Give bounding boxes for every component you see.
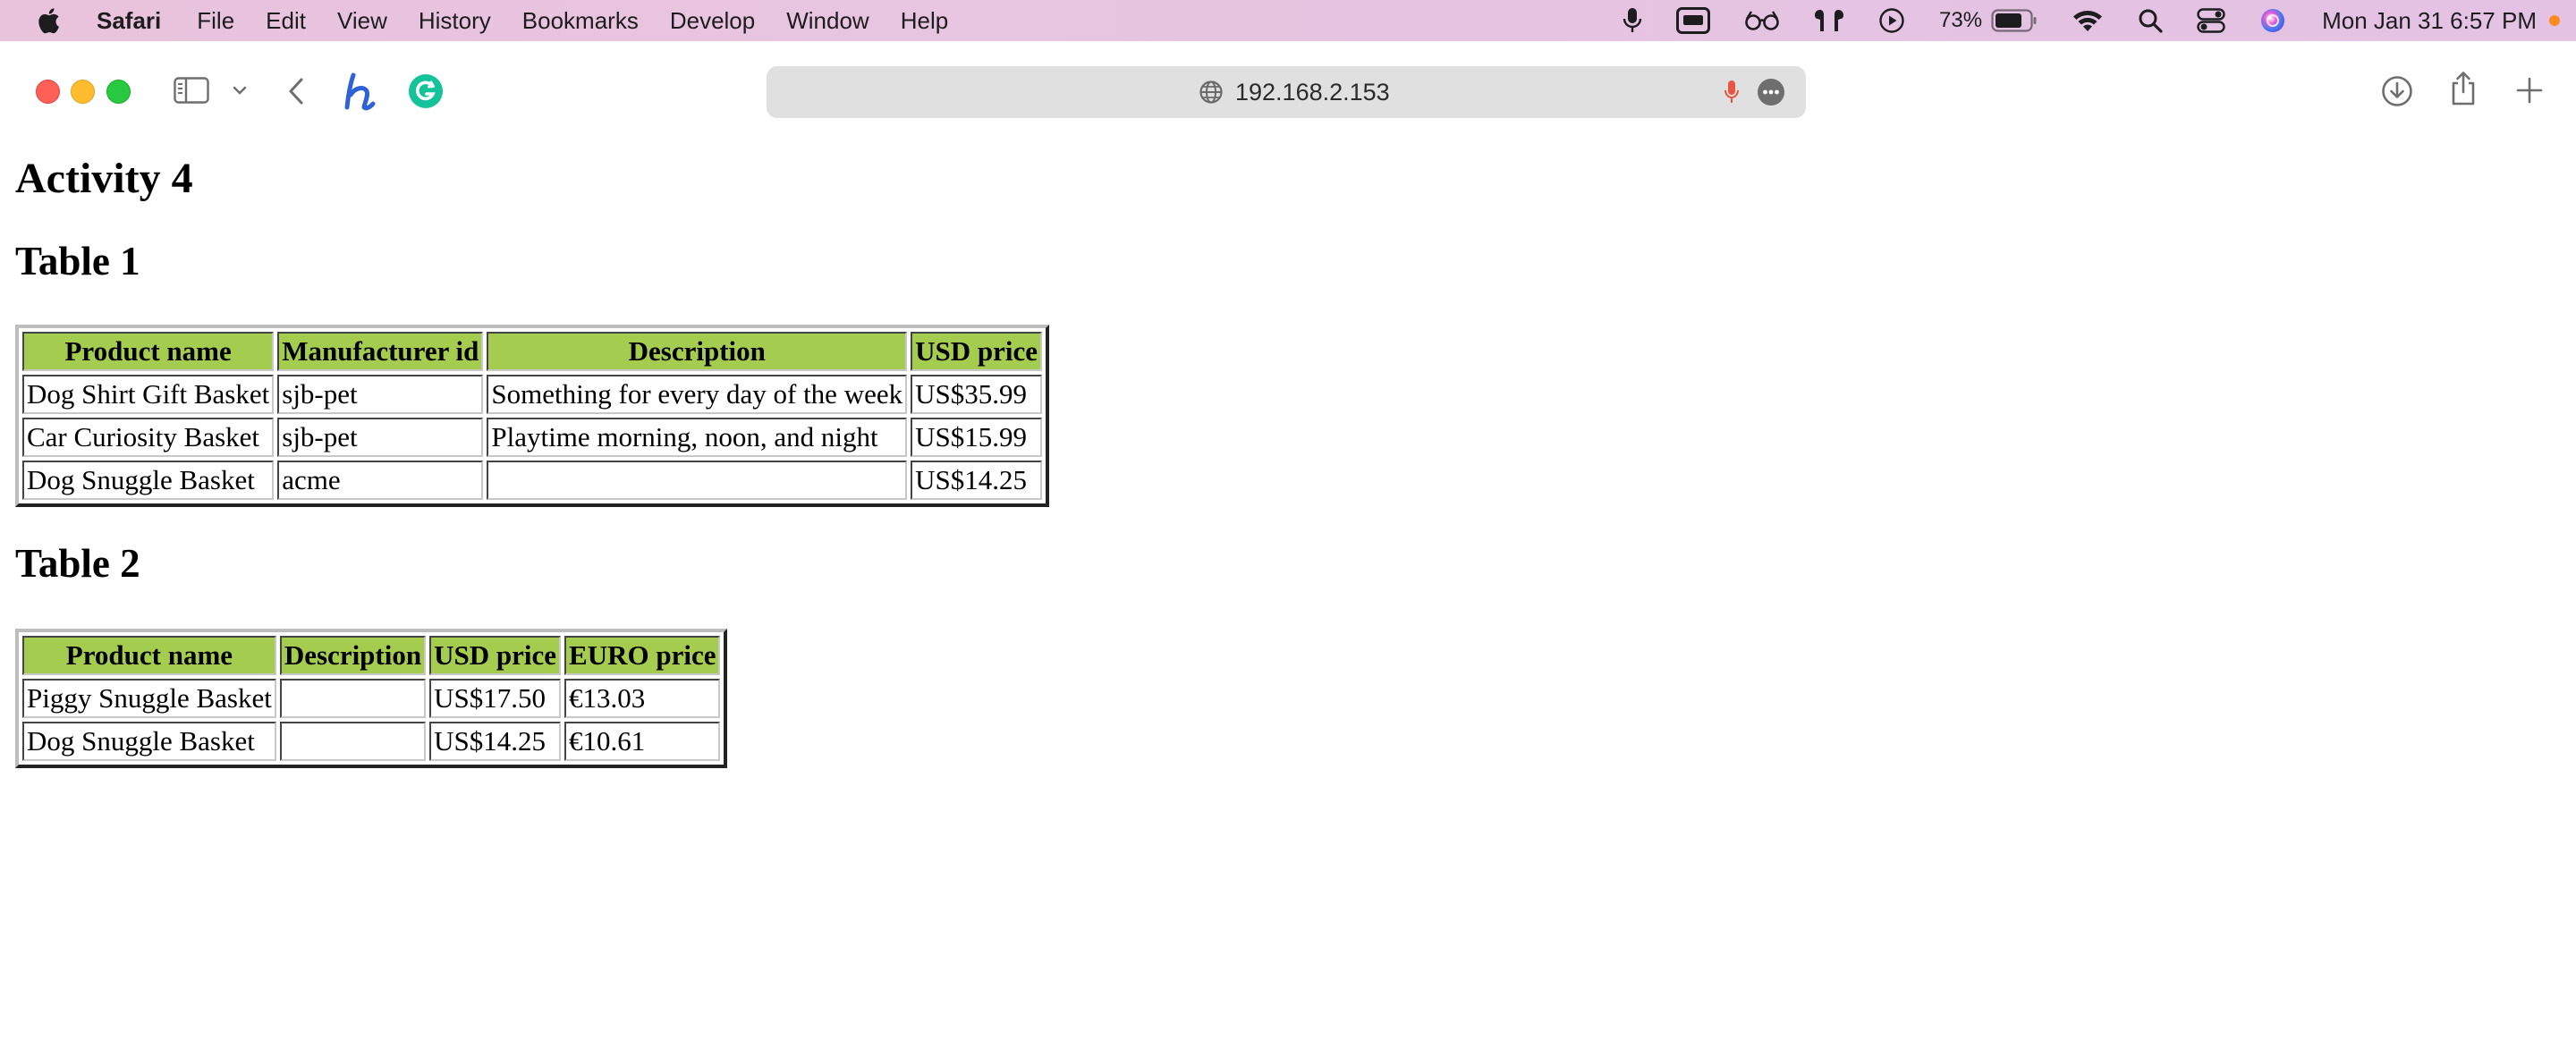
- page-title: Activity 4: [15, 155, 193, 202]
- table-row: Dog Shirt Gift Basket sjb-pet Something …: [22, 375, 1042, 414]
- siri-icon[interactable]: [2259, 7, 2286, 34]
- table-cell: [279, 679, 427, 718]
- column-header: Description: [279, 636, 427, 675]
- column-header: EURO price: [564, 636, 721, 675]
- table-cell: US$14.25: [429, 722, 562, 761]
- battery-icon[interactable]: [1991, 9, 2038, 32]
- table-cell: US$15.99: [911, 418, 1042, 457]
- table-cell: sjb-pet: [277, 418, 484, 457]
- table1-heading: Table 1: [15, 239, 140, 283]
- table-cell: Dog Snuggle Basket: [22, 722, 276, 761]
- new-tab-icon[interactable]: [2515, 76, 2544, 105]
- table-cell: [487, 461, 908, 500]
- table2: Product name Description USD price EURO …: [15, 629, 728, 768]
- apple-icon[interactable]: [34, 5, 61, 36]
- table-cell: [279, 722, 427, 761]
- address-bar[interactable]: 192.168.2.153: [767, 66, 1806, 118]
- play-icon[interactable]: [1878, 7, 1905, 34]
- menu-bookmarks[interactable]: Bookmarks: [522, 7, 639, 35]
- honey-extension-icon[interactable]: [343, 72, 378, 111]
- battery-percentage: 73%: [1939, 8, 1983, 32]
- window-minimize-button[interactable]: [71, 80, 95, 104]
- search-icon[interactable]: [2138, 8, 2163, 33]
- table-row: Dog Snuggle Basket acme US$14.25: [22, 461, 1042, 500]
- table-cell: Something for every day of the week: [487, 375, 908, 414]
- microphone-icon[interactable]: [1724, 80, 1740, 105]
- globe-icon: [1199, 80, 1224, 105]
- window-maximize-button[interactable]: [106, 80, 131, 104]
- table-row: Car Curiosity Basket sjb-pet Playtime mo…: [22, 418, 1042, 457]
- menu-history[interactable]: History: [419, 7, 491, 35]
- table-cell: sjb-pet: [277, 375, 484, 414]
- menu-bar: Safari File Edit View History Bookmarks …: [0, 0, 2576, 41]
- table-cell: Car Curiosity Basket: [22, 418, 275, 457]
- column-header: USD price: [429, 636, 562, 675]
- table-header-row: Product name Manufacturer id Description…: [22, 332, 1042, 371]
- table-cell: €13.03: [564, 679, 721, 718]
- control-center-icon[interactable]: [2197, 8, 2225, 33]
- table-cell: US$17.50: [429, 679, 562, 718]
- table-cell: US$35.99: [911, 375, 1042, 414]
- menu-view[interactable]: View: [337, 7, 387, 35]
- share-icon[interactable]: [2449, 71, 2478, 106]
- page-content: Activity 4 Table 1 Product name Manufact…: [0, 141, 2576, 1057]
- table2-heading: Table 2: [15, 541, 140, 586]
- column-header: Manufacturer id: [277, 332, 484, 371]
- screen-share-icon[interactable]: [1676, 7, 1711, 34]
- table-cell: US$14.25: [911, 461, 1042, 500]
- wifi-icon[interactable]: [2072, 8, 2104, 33]
- more-icon[interactable]: [1757, 78, 1785, 106]
- menu-clock[interactable]: Mon Jan 31 6:57 PM: [2322, 7, 2537, 35]
- window-close-button[interactable]: [36, 80, 60, 104]
- back-icon[interactable]: [287, 77, 305, 106]
- table-header-row: Product name Description USD price EURO …: [22, 636, 721, 675]
- browser-toolbar: 192.168.2.153: [0, 41, 2576, 141]
- column-header: Product name: [22, 636, 276, 675]
- menu-safari[interactable]: Safari: [97, 7, 161, 35]
- table-row: Dog Snuggle Basket US$14.25 €10.61: [22, 722, 721, 761]
- sidebar-icon[interactable]: [174, 77, 209, 104]
- menu-file[interactable]: File: [197, 7, 234, 35]
- menu-develop[interactable]: Develop: [670, 7, 755, 35]
- download-icon[interactable]: [2381, 75, 2413, 107]
- airpods-icon[interactable]: [1814, 7, 1844, 34]
- column-header: Product name: [22, 332, 275, 371]
- menu-window[interactable]: Window: [786, 7, 869, 35]
- reading-glasses-icon[interactable]: [1744, 10, 1780, 31]
- menu-edit[interactable]: Edit: [266, 7, 306, 35]
- grammarly-extension-icon[interactable]: [408, 73, 444, 109]
- microphone-icon[interactable]: [1623, 7, 1642, 34]
- chevron-down-icon[interactable]: [233, 86, 247, 95]
- table-cell: Playtime morning, noon, and night: [487, 418, 908, 457]
- column-header: Description: [487, 332, 908, 371]
- table-cell: Dog Snuggle Basket: [22, 461, 275, 500]
- table-cell: Dog Shirt Gift Basket: [22, 375, 275, 414]
- table-cell: acme: [277, 461, 484, 500]
- table-row: Piggy Snuggle Basket US$17.50 €13.03: [22, 679, 721, 718]
- menu-help[interactable]: Help: [901, 7, 948, 35]
- recording-indicator-icon: [2549, 15, 2560, 26]
- table1: Product name Manufacturer id Description…: [15, 325, 1049, 507]
- url-text[interactable]: 192.168.2.153: [1235, 79, 1390, 106]
- column-header: USD price: [911, 332, 1042, 371]
- table-cell: Piggy Snuggle Basket: [22, 679, 276, 718]
- table-cell: €10.61: [564, 722, 721, 761]
